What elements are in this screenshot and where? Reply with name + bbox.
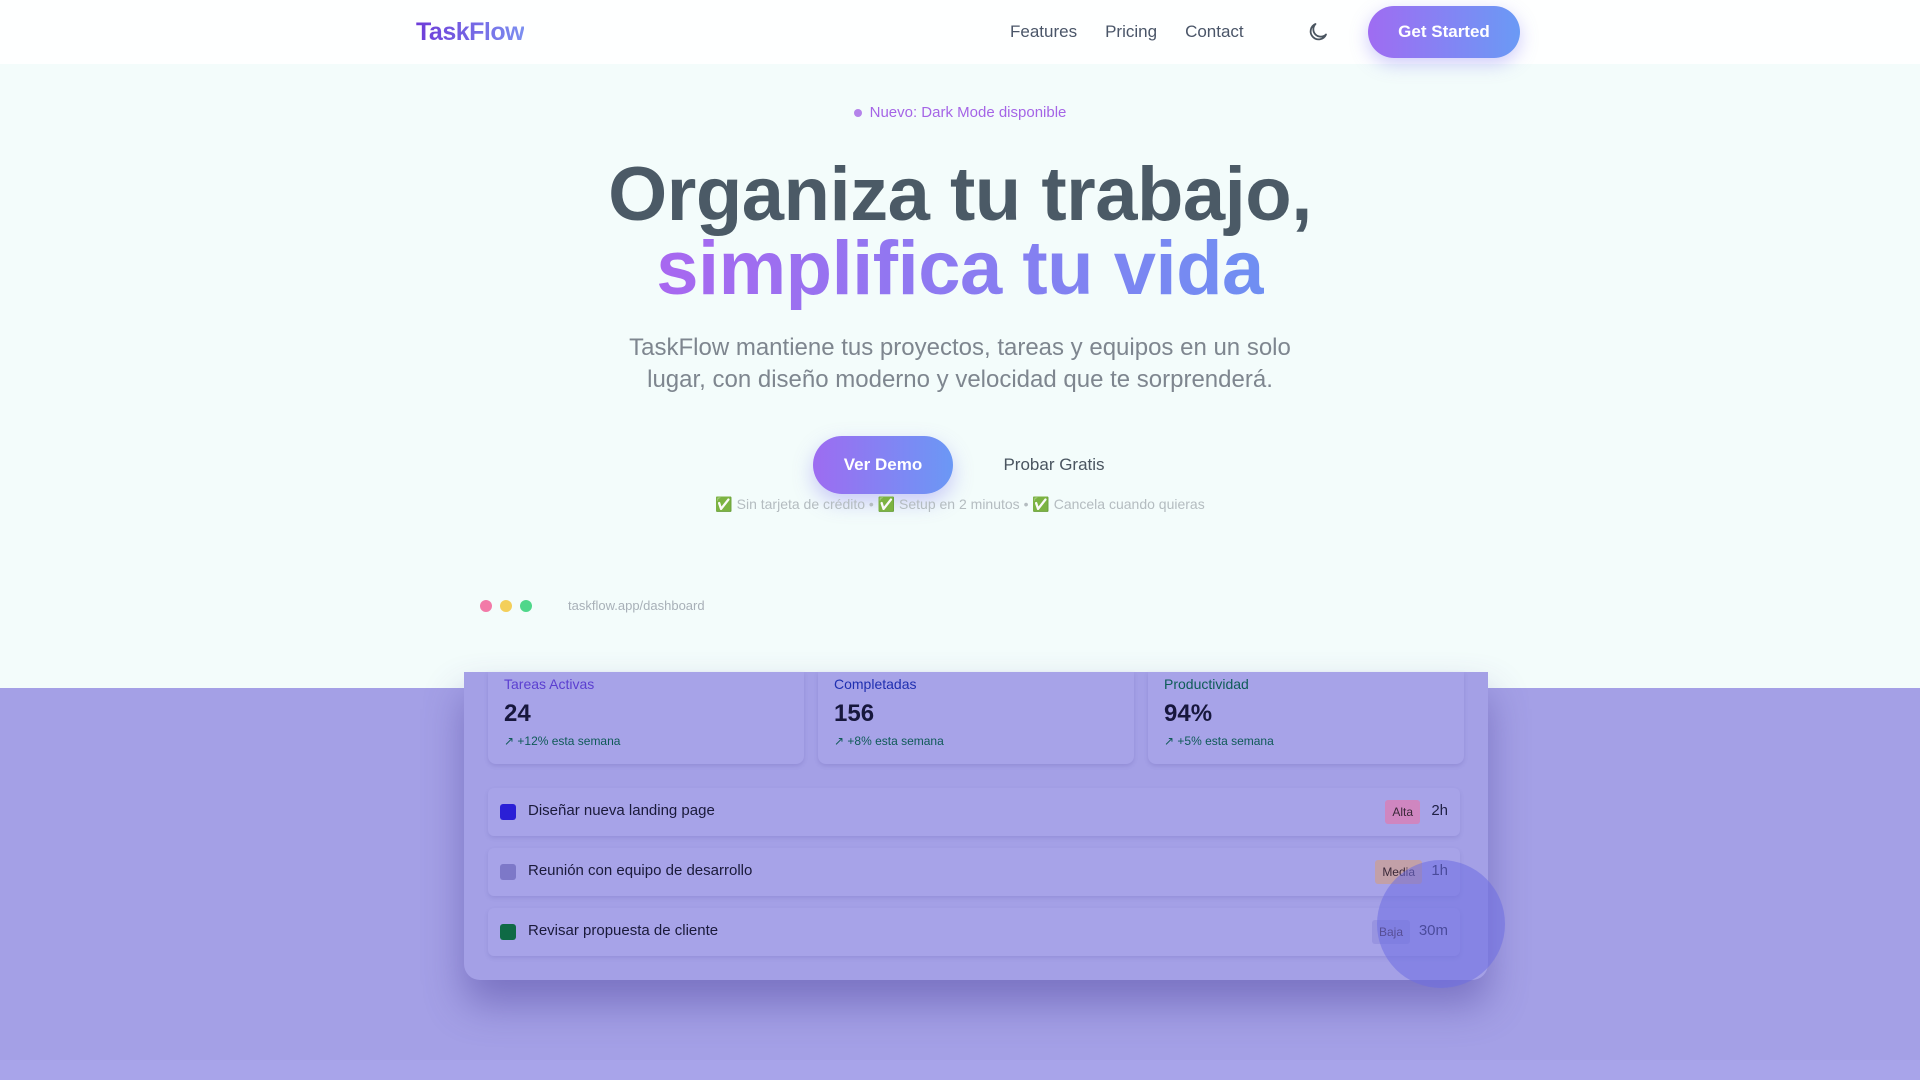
task-title: Reunión con equipo de desarrollo — [528, 862, 753, 879]
hero-title-line1: Organiza tu trabajo, — [608, 152, 1312, 237]
floating-action-circle[interactable] — [1377, 860, 1505, 988]
task-time: 2h — [1431, 802, 1448, 819]
stat-card-productivity: Productividad 94% ↗ +5% esta semana — [1148, 672, 1464, 764]
stat-change: ↗ +5% esta semana — [1164, 734, 1274, 748]
logo[interactable]: TaskFlow — [416, 18, 525, 47]
stat-change: ↗ +12% esta semana — [504, 734, 621, 748]
stat-label: Completadas — [834, 676, 917, 692]
stat-card-active: Tareas Activas 24 ↗ +12% esta semana — [488, 672, 804, 764]
stat-change: ↗ +8% esta semana — [834, 734, 944, 748]
hero-title: Organiza tu trabajo, simplifica tu vida — [0, 157, 1920, 307]
task-title: Revisar propuesta de cliente — [528, 922, 719, 939]
get-started-button[interactable]: Get Started — [1368, 6, 1520, 58]
maximize-dot-icon — [520, 600, 532, 612]
guarantees-line: ✅ Sin tarjeta de crédito • ✅ Setup en 2 … — [715, 496, 1205, 512]
badge-dot-icon — [853, 109, 862, 118]
hero-subtitle: TaskFlow mantiene tus proyectos, tareas … — [629, 334, 1291, 393]
dashboard-preview: Tareas Activas 24 ↗ +12% esta semana Com… — [464, 672, 1488, 980]
minimize-dot-icon — [500, 600, 512, 612]
priority-badge: Alta — [1385, 800, 1420, 824]
footer-strip — [0, 1060, 1920, 1080]
task-checkbox[interactable] — [500, 924, 516, 940]
task-title: Diseñar nueva landing page — [528, 802, 715, 819]
moon-icon[interactable] — [1306, 20, 1330, 44]
top-navbar: TaskFlow Features Pricing Contact Get St… — [0, 0, 1920, 64]
check-icon: ✅ — [1032, 496, 1050, 512]
stat-label: Tareas Activas — [504, 676, 595, 692]
task-row[interactable]: Diseñar nueva landing page Alta 2h — [488, 788, 1460, 836]
hero-title-line2: simplifica tu vida — [656, 226, 1264, 311]
dashboard-url: taskflow.app/dashboard — [568, 598, 705, 613]
task-row[interactable]: Revisar propuesta de cliente Baja 30m — [488, 908, 1460, 956]
check-icon: ✅ — [877, 496, 896, 512]
close-dot-icon — [480, 600, 492, 612]
nav-link-contact[interactable]: Contact — [1185, 22, 1244, 42]
stat-value: 24 — [504, 700, 531, 727]
task-row[interactable]: Reunión con equipo de desarrollo Media 1… — [488, 848, 1460, 896]
dashboard-window-header: taskflow.app/dashboard — [464, 582, 1488, 642]
stat-value: 156 — [834, 700, 875, 727]
stat-card-completed: Completadas 156 ↗ +8% esta semana — [818, 672, 1134, 764]
view-demo-button[interactable]: Ver Demo — [813, 436, 953, 494]
nav-link-features[interactable]: Features — [1010, 22, 1077, 42]
stat-label: Productividad — [1164, 676, 1249, 692]
nav-links: Features Pricing Contact — [1010, 22, 1244, 42]
new-feature-badge: Nuevo: Dark Mode disponible — [0, 104, 1920, 121]
check-icon: ✅ — [715, 496, 733, 512]
stat-value: 94% — [1164, 700, 1213, 727]
task-checkbox[interactable] — [500, 804, 516, 820]
nav-link-pricing[interactable]: Pricing — [1105, 22, 1157, 42]
task-checkbox[interactable] — [500, 864, 516, 880]
try-free-button[interactable]: Probar Gratis — [980, 436, 1128, 494]
